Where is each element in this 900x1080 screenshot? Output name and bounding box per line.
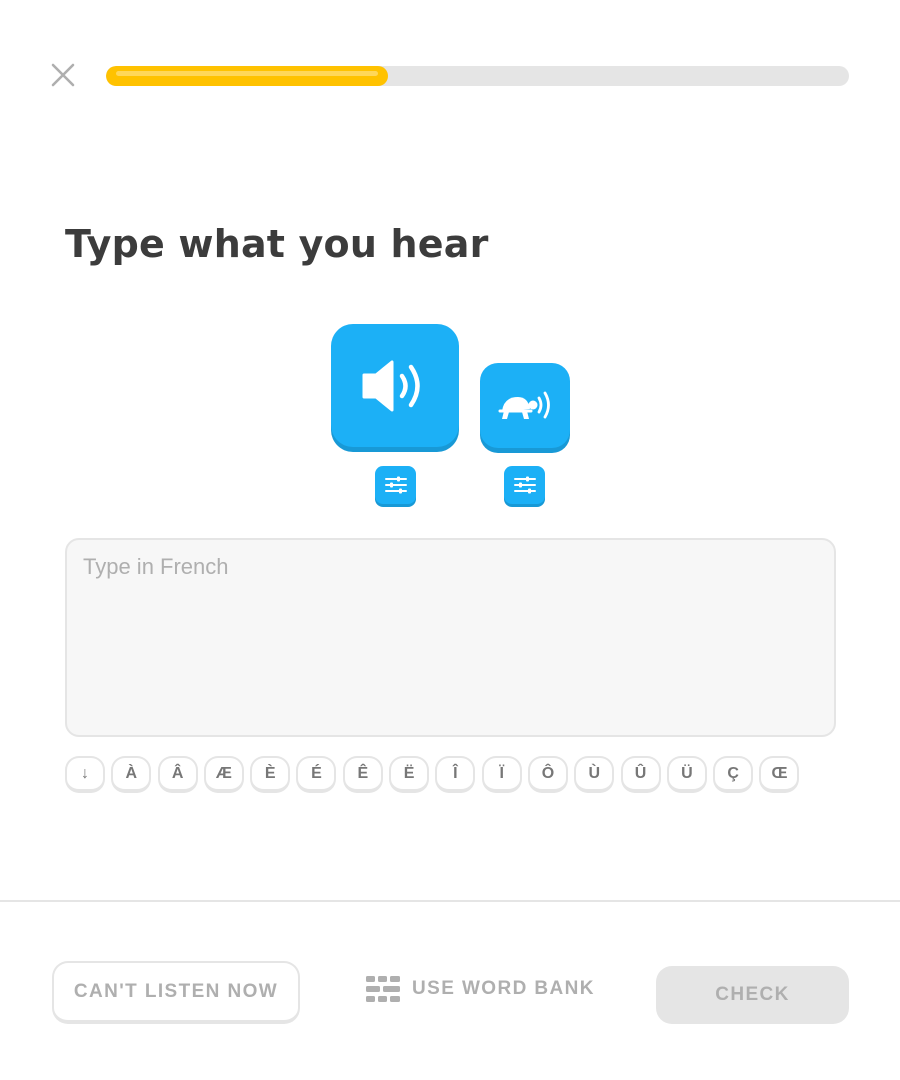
special-char-key[interactable]: Û — [620, 756, 661, 793]
cant-listen-now-button[interactable]: CAN'T LISTEN NOW — [52, 961, 300, 1024]
turtle-speaker-icon — [498, 391, 550, 419]
special-char-key[interactable]: Æ — [203, 756, 244, 793]
special-char-key[interactable]: È — [250, 756, 291, 793]
special-char-key[interactable]: É — [296, 756, 337, 793]
special-char-key[interactable]: Ô — [527, 756, 568, 793]
special-character-keys: ↓ À Â Æ È É Ê Ë Î Ï Ô Ù Û Ü Ç Œ — [65, 756, 800, 793]
answer-box — [65, 538, 836, 737]
close-icon — [51, 63, 75, 87]
challenge-title: Type what you hear — [65, 222, 489, 266]
special-char-key[interactable]: Ê — [342, 756, 383, 793]
special-char-key[interactable]: Ù — [574, 756, 615, 793]
play-audio-button[interactable] — [331, 324, 459, 447]
speaker-icon — [362, 360, 420, 411]
use-word-bank-button[interactable]: USE WORD BANK — [366, 972, 595, 1006]
sliders-icon — [513, 476, 536, 494]
answer-input[interactable] — [83, 554, 818, 721]
check-button[interactable]: CHECK — [656, 966, 849, 1024]
special-char-key[interactable]: Â — [157, 756, 198, 793]
special-char-key[interactable]: Ç — [713, 756, 754, 793]
progress-shine — [116, 71, 379, 76]
slow-audio-settings-button[interactable] — [504, 466, 545, 504]
word-bank-icon — [366, 976, 400, 1002]
special-char-key[interactable]: Œ — [759, 756, 800, 793]
footer-divider — [0, 900, 900, 902]
progress-fill — [106, 66, 389, 86]
special-char-key[interactable]: Ü — [666, 756, 707, 793]
special-char-key[interactable]: À — [111, 756, 152, 793]
use-word-bank-label: USE WORD BANK — [412, 978, 595, 999]
special-char-key[interactable]: Ë — [389, 756, 430, 793]
special-char-key[interactable]: ↓ — [65, 756, 105, 793]
special-char-key[interactable]: Î — [435, 756, 476, 793]
lesson-progress-bar — [106, 66, 849, 86]
close-button[interactable] — [50, 62, 76, 88]
sliders-icon — [384, 476, 407, 494]
play-slow-audio-button[interactable] — [480, 363, 570, 448]
audio-settings-button[interactable] — [375, 466, 416, 504]
special-char-key[interactable]: Ï — [481, 756, 522, 793]
